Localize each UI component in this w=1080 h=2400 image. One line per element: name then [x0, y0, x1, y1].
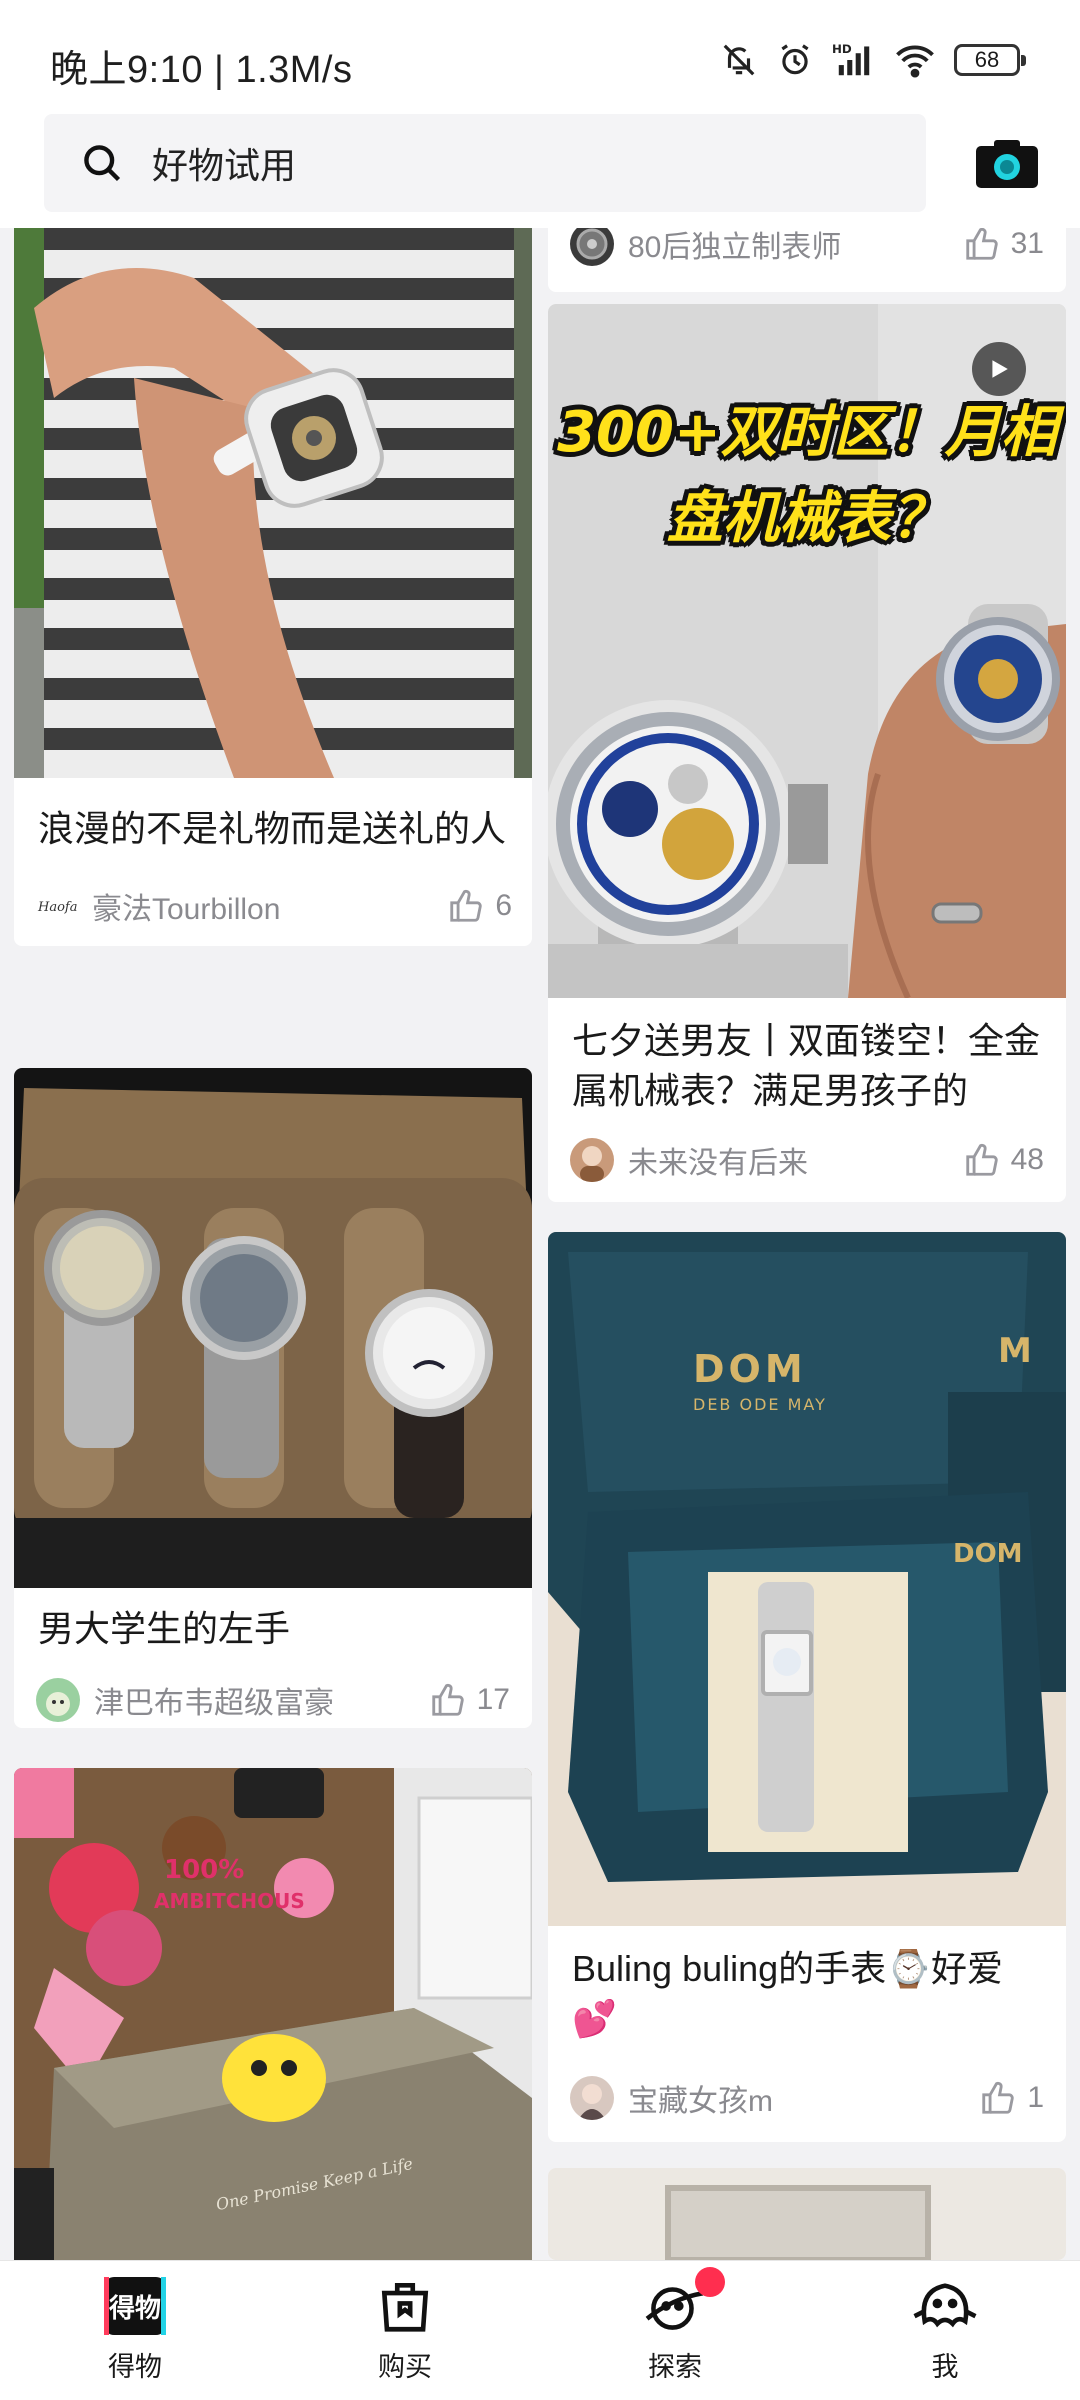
feed-card[interactable]: 浪漫的不是礼物而是送礼的人: [14, 228, 532, 946]
tab-label: 探索: [648, 2352, 702, 2382]
like-count: 31: [1010, 228, 1044, 260]
author-name[interactable]: 80后独立制表师: [628, 228, 963, 266]
post-image-sticker-box: 100% AMBITCHOUS One Promise Keep a Life: [14, 1768, 532, 2260]
status-bar: 晚上9:10 | 1.3M/s HD 68: [0, 0, 1080, 110]
author-avatar[interactable]: [570, 1138, 614, 1182]
author-name[interactable]: 未来没有后来: [628, 1138, 963, 1182]
camera-scan-button[interactable]: [976, 140, 1038, 188]
post-title: 男大学生的左手: [38, 1608, 291, 1649]
notification-badge: [695, 2267, 725, 2297]
sticker-text-ambitchous: 100%: [164, 1855, 244, 1885]
post-image-next: [548, 2168, 1066, 2260]
camera-icon: [976, 140, 1038, 188]
tab-dewu-home[interactable]: 得物 得物: [0, 2261, 270, 2400]
author-avatar[interactable]: [570, 228, 614, 266]
tab-label: 我: [931, 2352, 959, 2382]
svg-text:M: M: [998, 1331, 1032, 1371]
post-title: 七夕送男友丨双面镂空！全金属机械表？满足男孩子的: [572, 1020, 1041, 1111]
author-name[interactable]: 宝藏女孩m: [628, 2076, 979, 2120]
thumbs-up-icon: [431, 1683, 464, 1716]
author-name[interactable]: 津巴布韦超级富豪: [94, 1678, 429, 1722]
mute-bell-icon: [723, 44, 755, 76]
alarm-icon: [781, 44, 809, 75]
status-time: 晚上9:10 | 1.3M/s: [50, 49, 353, 91]
search-header: 好物试用: [0, 110, 1080, 228]
svg-text:HD: HD: [832, 42, 852, 56]
svg-text:DEB ODE MAY: DEB ODE MAY: [693, 1395, 827, 1414]
thumbs-up-icon: [965, 1143, 998, 1176]
author-avatar[interactable]: Haofa: [34, 884, 78, 928]
play-icon: [992, 360, 1008, 378]
post-meta: 80后独立制表师 31: [570, 228, 1044, 266]
feed-card[interactable]: 100% AMBITCHOUS One Promise Keep a Life: [14, 1768, 532, 2260]
post-meta: Haofa 豪法Tourbillon 6: [34, 884, 512, 928]
video-overlay-title-line1: 300+双时区！月相: [557, 400, 1057, 465]
shopping-bag-icon: [381, 2283, 429, 2332]
tab-label: 得物: [108, 2352, 162, 2382]
wifi-icon: [896, 45, 934, 78]
video-overlay-title-line2: 盘机械表？: [667, 486, 947, 551]
like-button[interactable]: 1: [979, 2079, 1044, 2117]
author-avatar[interactable]: [570, 2076, 614, 2120]
tab-me[interactable]: 我: [810, 2261, 1080, 2400]
dewu-logo-text: 得物: [108, 2294, 161, 2324]
bottom-navigation: 得物 得物 购买 探索 我: [0, 2260, 1080, 2400]
author-name[interactable]: 豪法Tourbillon: [92, 884, 447, 928]
post-meta: 津巴布韦超级富豪 17: [36, 1678, 510, 1722]
feed-card[interactable]: DOM DEB ODE MAY M DOM Buling buling的手表⌚好…: [548, 1232, 1066, 2142]
post-image-watch-wrist: [14, 228, 532, 778]
feed-card[interactable]: 300+双时区！月相 盘机械表？ 七夕送男友丨双面镂空！全金属机械表？满足男孩子…: [548, 304, 1066, 1202]
status-icons: HD 68: [720, 38, 1026, 82]
feed-card[interactable]: [548, 2168, 1066, 2260]
svg-text:AMBITCHOUS: AMBITCHOUS: [154, 1889, 305, 1913]
tab-explore[interactable]: 探索: [540, 2261, 810, 2400]
author-avatar[interactable]: [36, 1678, 80, 1722]
like-count: 6: [495, 889, 512, 922]
battery-indicator: 68: [954, 44, 1026, 76]
post-meta: 宝藏女孩m 1: [570, 2076, 1044, 2120]
svg-text:Haofa: Haofa: [37, 900, 77, 915]
like-button[interactable]: 17: [429, 1681, 510, 1719]
search-bar[interactable]: 好物试用: [44, 114, 926, 212]
dewu-logo-icon: 得物: [104, 2277, 166, 2335]
thumbs-up-icon: [965, 228, 998, 260]
search-icon: [84, 145, 121, 182]
search-query-text: 好物试用: [152, 145, 297, 186]
tab-buy[interactable]: 购买: [270, 2261, 540, 2400]
post-meta: 未来没有后来 48: [570, 1138, 1044, 1182]
post-title: 浪漫的不是礼物而是送礼的人: [38, 808, 507, 849]
svg-text:DOM: DOM: [953, 1539, 1023, 1569]
tab-label: 购买: [378, 2352, 432, 2382]
feed-card[interactable]: 80后独立制表师 31: [548, 228, 1066, 292]
like-count: 17: [476, 1683, 510, 1716]
thumbs-up-icon: [450, 889, 482, 922]
like-button[interactable]: 6: [447, 887, 512, 925]
like-button[interactable]: 31: [963, 228, 1044, 263]
profile-ghost-icon: [913, 2283, 977, 2328]
like-count: 1: [1027, 2081, 1044, 2114]
post-image-watch-box: [14, 1068, 532, 1588]
post-image-dom-watch: DOM DEB ODE MAY M DOM: [548, 1232, 1066, 1926]
box-brand-text: DOM: [693, 1347, 807, 1391]
play-video-button[interactable]: [972, 342, 1026, 396]
post-title: Buling buling的手表⌚好爱💕: [572, 1948, 1003, 2039]
thumbs-up-icon: [982, 2081, 1014, 2114]
like-button[interactable]: 48: [963, 1141, 1044, 1179]
like-count: 48: [1010, 1143, 1044, 1176]
post-video-thumbnail: 300+双时区！月相 盘机械表？: [548, 304, 1066, 998]
feed-card[interactable]: 男大学生的左手 津巴布韦超级富豪 17: [14, 1068, 532, 1728]
content-feed[interactable]: 浪漫的不是礼物而是送礼的人 Haofa 豪法Tourbillon 6 男大学生的…: [0, 228, 1080, 2260]
hd-signal-icon: HD: [832, 42, 870, 76]
